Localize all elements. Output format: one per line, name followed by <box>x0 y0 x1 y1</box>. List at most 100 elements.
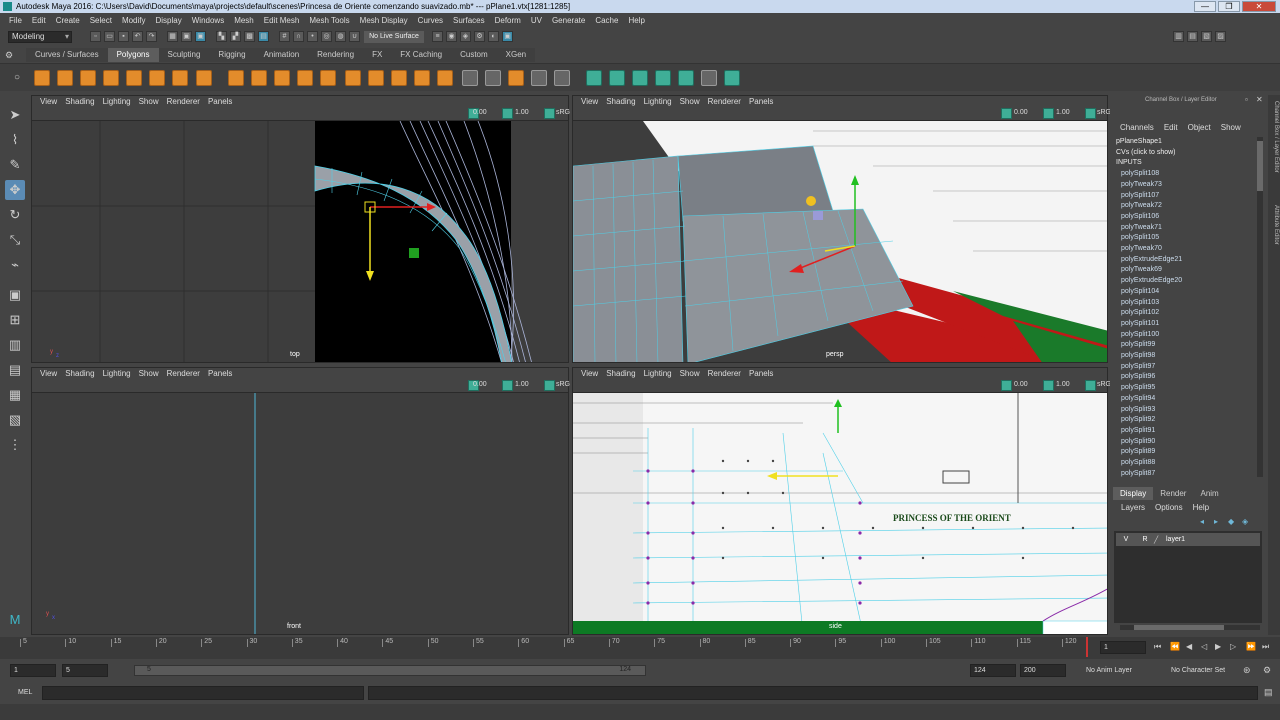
panel-renderer-menu[interactable]: Renderer <box>704 368 745 379</box>
input-node[interactable]: polyTweak70 <box>1116 244 1256 255</box>
panel-lighting-menu[interactable]: Lighting <box>640 96 676 107</box>
anim-layer-dropdown[interactable]: No Anim Layer <box>1086 667 1132 674</box>
magnet-icon[interactable]: ∪ <box>349 31 360 42</box>
tab-sculpting[interactable]: Sculpting <box>158 48 210 62</box>
viewport-top[interactable]: yz top <box>32 121 568 362</box>
menu-mesh-display[interactable]: Mesh Display <box>355 16 413 25</box>
exposure-icon[interactable] <box>1001 108 1012 119</box>
gamma-value[interactable]: 1.00 <box>515 381 529 388</box>
side-by-side-icon[interactable]: ▥ <box>5 335 25 355</box>
poly-torus-icon[interactable] <box>149 70 165 86</box>
cvs-item[interactable]: CVs (click to show) <box>1116 148 1256 159</box>
layer-visibility-toggle[interactable]: V <box>1116 536 1136 543</box>
viewport-side[interactable]: PRINCESS OF THE ORIENT side <box>573 393 1107 634</box>
help-menu[interactable]: Help <box>1188 503 1214 512</box>
viewport-persp[interactable]: persp <box>573 121 1107 362</box>
input-node[interactable]: polySplit102 <box>1116 308 1256 319</box>
go-start-icon[interactable]: ⏮ <box>1154 642 1161 652</box>
menu-modify[interactable]: Modify <box>117 16 151 25</box>
top-view-canvas[interactable]: yz <box>32 121 568 362</box>
input-node[interactable]: polySplit87 <box>1116 469 1256 480</box>
panel-shading-menu[interactable]: Shading <box>602 368 639 379</box>
side-tab-attribute-editor[interactable]: Attribute Editor <box>1269 205 1279 245</box>
layers-menu[interactable]: Layers <box>1116 503 1150 512</box>
panel-lighting-menu[interactable]: Lighting <box>99 96 135 107</box>
command-language-label[interactable]: MEL <box>18 689 32 696</box>
panel-show-menu[interactable]: Show <box>135 368 163 379</box>
snap-grid-icon[interactable]: # <box>279 31 290 42</box>
color-space-value[interactable]: sRG <box>1097 109 1111 116</box>
input-node[interactable]: polySplit100 <box>1116 330 1256 341</box>
layer-reference-toggle[interactable]: R <box>1136 536 1154 543</box>
tab-render-layers[interactable]: Render <box>1153 487 1193 500</box>
gamma-value[interactable]: 1.00 <box>515 109 529 116</box>
redo-icon[interactable]: ↷ <box>146 31 157 42</box>
exposure-value[interactable]: 0.00 <box>1014 381 1028 388</box>
cylindrical-map-icon[interactable] <box>609 70 625 86</box>
select-component-icon[interactable]: ▣ <box>195 31 206 42</box>
hypershade-icon[interactable]: ◐ <box>488 31 499 42</box>
layer-hscrollbar[interactable] <box>1120 625 1260 630</box>
channels-menu[interactable]: Channels <box>1115 123 1159 132</box>
lasso-tool-icon[interactable]: ⌇ <box>5 130 25 150</box>
persp-view-canvas[interactable] <box>573 121 1107 362</box>
color-space-value[interactable]: sRG <box>1097 381 1111 388</box>
poly-cone-icon[interactable] <box>103 70 119 86</box>
poly-pipe-icon[interactable] <box>196 70 212 86</box>
input-node[interactable]: polyTweak72 <box>1116 201 1256 212</box>
input-node[interactable]: polyTweak71 <box>1116 223 1256 234</box>
panel-panels-menu[interactable]: Panels <box>745 96 777 107</box>
input-node[interactable]: polyExtrudeEdge21 <box>1116 255 1256 266</box>
tab-rendering[interactable]: Rendering <box>308 48 364 62</box>
tab-curves-surfaces[interactable]: Curves / Surfaces <box>26 48 108 62</box>
mirror-icon[interactable] <box>368 70 384 86</box>
input-node[interactable]: polySplit88 <box>1116 458 1256 469</box>
panel-close-icon[interactable]: ✕ <box>1256 95 1263 104</box>
new-layer-icon[interactable]: ◆ <box>1228 517 1234 526</box>
color-space-value[interactable]: sRG <box>556 109 570 116</box>
reduce-icon[interactable] <box>345 70 361 86</box>
four-view-icon[interactable]: ⊞ <box>5 310 25 330</box>
input-node[interactable]: polySplit94 <box>1116 394 1256 405</box>
collapse-icon[interactable] <box>554 70 570 86</box>
input-node[interactable]: polySplit97 <box>1116 362 1256 373</box>
input-node[interactable]: polySplit92 <box>1116 415 1256 426</box>
panel-renderer-menu[interactable]: Renderer <box>704 96 745 107</box>
panel-view-menu[interactable]: View <box>577 96 602 107</box>
range-bar[interactable]: 5 124 <box>134 665 646 676</box>
extract-icon[interactable] <box>274 70 290 86</box>
new-layer-selected-icon[interactable]: ◈ <box>1242 517 1248 526</box>
panel-show-menu[interactable]: Show <box>135 96 163 107</box>
tab-custom[interactable]: Custom <box>451 48 497 62</box>
face-mask-icon[interactable]: ▩ <box>244 31 255 42</box>
menu-generate[interactable]: Generate <box>547 16 590 25</box>
scale-tool-icon[interactable]: ⤡ <box>5 230 25 250</box>
tab-anim-layers[interactable]: Anim <box>1193 487 1225 500</box>
layer-up-icon[interactable]: ◂ <box>1200 517 1204 526</box>
poly-cube-icon[interactable] <box>57 70 73 86</box>
character-set-dropdown[interactable]: No Character Set <box>1171 667 1225 674</box>
tab-display-layers[interactable]: Display <box>1113 487 1154 500</box>
history-icon[interactable]: ≡ <box>432 31 443 42</box>
panel-float-icon[interactable]: ▫ <box>1245 95 1248 104</box>
menu-display[interactable]: Display <box>151 16 187 25</box>
menu-create[interactable]: Create <box>51 16 85 25</box>
tab-rigging[interactable]: Rigging <box>209 48 255 62</box>
layer-down-icon[interactable]: ▸ <box>1214 517 1218 526</box>
save-scene-icon[interactable]: ▪ <box>118 31 129 42</box>
snap-curve-icon[interactable]: ∩ <box>293 31 304 42</box>
input-node[interactable]: polySplit106 <box>1116 212 1256 223</box>
current-time-indicator[interactable] <box>1086 637 1088 657</box>
panel-show-menu[interactable]: Show <box>676 96 704 107</box>
layer-color-icon[interactable]: ╱ <box>1154 536 1166 544</box>
input-node[interactable]: polySplit101 <box>1116 319 1256 330</box>
step-back-key-icon[interactable]: ⏪ <box>1170 642 1180 651</box>
input-node[interactable]: polySplit107 <box>1116 191 1256 202</box>
outliner-icon[interactable]: ▧ <box>5 410 25 430</box>
channels-object-menu[interactable]: Object <box>1183 123 1216 132</box>
select-hierarchy-icon[interactable]: ▦ <box>167 31 178 42</box>
bevel-icon[interactable] <box>437 70 453 86</box>
panel-shading-menu[interactable]: Shading <box>61 368 98 379</box>
input-node[interactable]: polySplit91 <box>1116 426 1256 437</box>
side-view-canvas[interactable] <box>573 393 1107 634</box>
